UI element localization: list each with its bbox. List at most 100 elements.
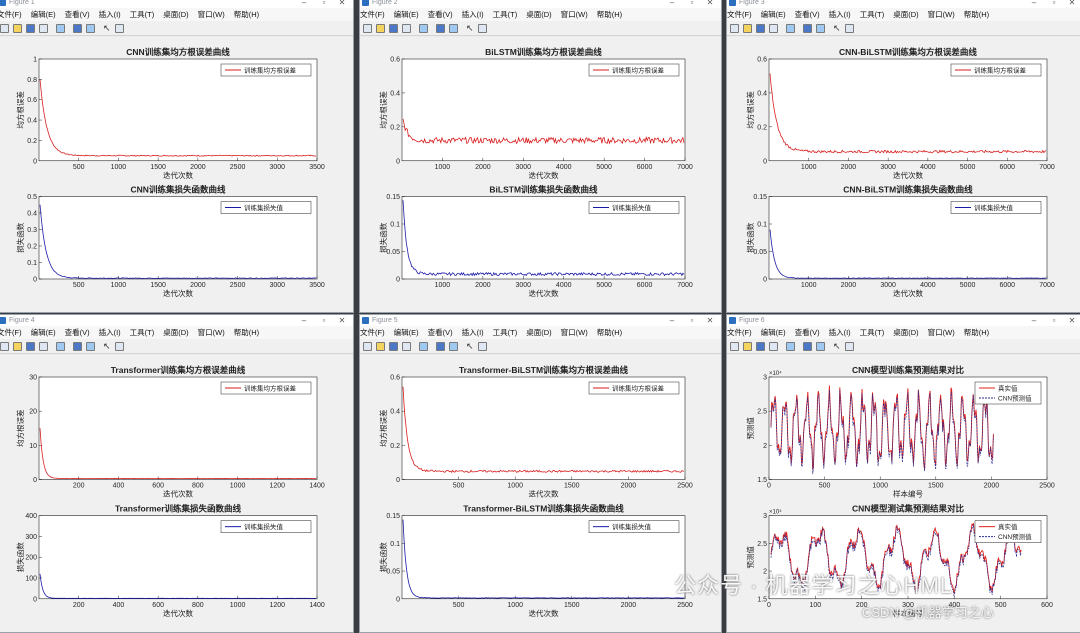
- menu-insert[interactable]: 插入(I): [462, 8, 484, 21]
- menu-view[interactable]: 查看(V): [795, 8, 820, 21]
- upper-axes[interactable]: BiLSTM训练集均方根误差曲线 0 0.2 0.4 0.6 1000 2000 3000 40…: [378, 47, 693, 180]
- property-editor-icon[interactable]: [115, 342, 124, 351]
- menu-file[interactable]: 文件(F): [0, 326, 22, 339]
- colorbar-icon[interactable]: [436, 342, 445, 351]
- menu-edit[interactable]: 编辑(E): [761, 326, 786, 339]
- window-titlebar[interactable]: Figure 2 – ▫ ✕: [360, 0, 721, 8]
- menu-window[interactable]: 窗口(W): [928, 326, 955, 339]
- open-file-icon[interactable]: [743, 342, 752, 351]
- link-plot-icon[interactable]: [56, 342, 65, 351]
- save-icon[interactable]: [756, 342, 765, 351]
- menu-edit[interactable]: 编辑(E): [761, 8, 786, 21]
- minimize-icon[interactable]: –: [295, 315, 313, 326]
- menu-file[interactable]: 文件(F): [360, 8, 385, 21]
- new-figure-icon[interactable]: [730, 342, 739, 351]
- pointer-icon[interactable]: ↖: [833, 24, 842, 33]
- maximize-icon[interactable]: ▫: [683, 0, 701, 8]
- menu-insert[interactable]: 插入(I): [99, 8, 121, 21]
- close-icon[interactable]: ✕: [1063, 0, 1080, 8]
- menu-view[interactable]: 查看(V): [795, 326, 820, 339]
- menu-edit[interactable]: 编辑(E): [394, 326, 419, 339]
- minimize-icon[interactable]: –: [1025, 315, 1043, 326]
- pointer-icon[interactable]: ↖: [103, 24, 112, 33]
- new-figure-icon[interactable]: [0, 342, 9, 351]
- menu-help[interactable]: 帮助(H): [964, 8, 989, 21]
- menu-desktop[interactable]: 桌面(D): [163, 326, 188, 339]
- legend-icon[interactable]: [816, 342, 825, 351]
- menu-edit[interactable]: 编辑(E): [31, 8, 56, 21]
- close-icon[interactable]: ✕: [1063, 315, 1080, 326]
- menu-file[interactable]: 文件(F): [0, 8, 22, 21]
- menu-insert[interactable]: 插入(I): [462, 326, 484, 339]
- close-icon[interactable]: ✕: [333, 0, 351, 8]
- legend-icon[interactable]: [86, 24, 95, 33]
- menu-edit[interactable]: 编辑(E): [31, 326, 56, 339]
- pointer-icon[interactable]: ↖: [833, 342, 842, 351]
- menu-tools[interactable]: 工具(T): [493, 326, 518, 339]
- colorbar-icon[interactable]: [803, 24, 812, 33]
- minimize-icon[interactable]: –: [663, 315, 681, 326]
- close-icon[interactable]: ✕: [701, 0, 719, 8]
- menu-desktop[interactable]: 桌面(D): [893, 326, 918, 339]
- figure-window-3[interactable]: Figure 3 – ▫ ✕ 文件(F) 编辑(E) 查看(V) 插入(I) 工具(T)…: [726, 0, 1080, 313]
- colorbar-icon[interactable]: [803, 342, 812, 351]
- minimize-icon[interactable]: –: [663, 0, 681, 8]
- menu-tools[interactable]: 工具(T): [130, 326, 155, 339]
- menu-desktop[interactable]: 桌面(D): [893, 8, 918, 21]
- minimize-icon[interactable]: –: [1025, 0, 1043, 8]
- menu-tools[interactable]: 工具(T): [493, 8, 518, 21]
- menu-help[interactable]: 帮助(H): [964, 326, 989, 339]
- save-icon[interactable]: [756, 24, 765, 33]
- menu-window[interactable]: 窗口(W): [561, 326, 588, 339]
- menu-insert[interactable]: 插入(I): [829, 326, 851, 339]
- new-figure-icon[interactable]: [363, 24, 372, 33]
- colorbar-icon[interactable]: [436, 24, 445, 33]
- lower-axes[interactable]: BiLSTM训练集损失函数曲线 0 0.05 0.1 0.15 1000 2000 3000 4…: [378, 185, 693, 299]
- open-file-icon[interactable]: [376, 342, 385, 351]
- colorbar-icon[interactable]: [73, 24, 82, 33]
- menu-view[interactable]: 查看(V): [65, 326, 90, 339]
- property-editor-icon[interactable]: [478, 342, 487, 351]
- open-file-icon[interactable]: [743, 24, 752, 33]
- menu-help[interactable]: 帮助(H): [597, 8, 622, 21]
- figure-canvas[interactable]: BiLSTM训练集均方根误差曲线 0 0.2 0.4 0.6 1000 2000 3000 40…: [360, 37, 721, 312]
- link-plot-icon[interactable]: [56, 24, 65, 33]
- menu-desktop[interactable]: 桌面(D): [163, 8, 188, 21]
- open-file-icon[interactable]: [376, 24, 385, 33]
- window-titlebar[interactable]: Figure 3 – ▫ ✕: [727, 0, 1080, 8]
- lower-axes[interactable]: CNN模型测试集预测结果对比1.522.530 100 200 300 400 500 60…: [745, 504, 1053, 618]
- lower-axes[interactable]: CNN训练集损失函数曲线 0 0.1 0.2 0.3 0.4 0.5 500 1000 1500 2…: [15, 185, 325, 299]
- link-plot-icon[interactable]: [786, 24, 795, 33]
- window-titlebar[interactable]: Figure 4 – ▫ ✕: [0, 315, 353, 326]
- legend-icon[interactable]: [86, 342, 95, 351]
- menu-insert[interactable]: 插入(I): [829, 8, 851, 21]
- menu-tools[interactable]: 工具(T): [860, 8, 885, 21]
- figure-canvas[interactable]: Transformer训练集均方根误差曲线 0 10 20 30 200 400 600 800…: [0, 355, 353, 632]
- print-icon[interactable]: [402, 342, 411, 351]
- menu-help[interactable]: 帮助(H): [234, 326, 259, 339]
- window-titlebar[interactable]: Figure 1 – ▫ ✕: [0, 0, 353, 8]
- figure-window-4[interactable]: Figure 4 – ▫ ✕ 文件(F) 编辑(E) 查看(V) 插入(I) 工具(T)…: [0, 314, 354, 633]
- menu-file[interactable]: 文件(F): [360, 326, 385, 339]
- property-editor-icon[interactable]: [478, 24, 487, 33]
- menu-view[interactable]: 查看(V): [65, 8, 90, 21]
- menu-tools[interactable]: 工具(T): [130, 8, 155, 21]
- close-icon[interactable]: ✕: [333, 315, 351, 326]
- maximize-icon[interactable]: ▫: [683, 315, 701, 326]
- legend-icon[interactable]: [449, 24, 458, 33]
- menu-file[interactable]: 文件(F): [727, 8, 752, 21]
- figure-canvas[interactable]: CNN-BiLSTM训练集均方根误差曲线 0 0.2 0.4 0.6 1000 2000 30…: [727, 37, 1080, 312]
- lower-axes[interactable]: Transformer-BiLSTM训练集损失函数曲线 0 0.05 0.1 0.15 5…: [378, 504, 693, 618]
- lower-axes[interactable]: Transformer训练集损失函数曲线 0 100 200 300 400 200 400 6…: [15, 504, 325, 618]
- upper-axes[interactable]: CNN训练集均方根误差曲线00.20.40.60.81500 1000 1500 20…: [15, 47, 325, 180]
- upper-axes[interactable]: CNN-BiLSTM训练集均方根误差曲线 0 0.2 0.4 0.6 1000 2000 30…: [745, 47, 1055, 180]
- menu-help[interactable]: 帮助(H): [597, 326, 622, 339]
- upper-axes[interactable]: CNN模型训练集预测结果对比 1.5 2 2.5 3 0 500 1000 1500 2000 25…: [745, 365, 1055, 498]
- print-icon[interactable]: [402, 24, 411, 33]
- menu-tools[interactable]: 工具(T): [860, 326, 885, 339]
- figure-canvas[interactable]: CNN训练集均方根误差曲线 0 0.2 0.4 0.6 0.8 1 500 1000 1500 20…: [0, 37, 353, 312]
- property-editor-icon[interactable]: [845, 24, 854, 33]
- menu-view[interactable]: 查看(V): [428, 8, 453, 21]
- property-editor-icon[interactable]: [115, 24, 124, 33]
- menu-desktop[interactable]: 桌面(D): [526, 8, 551, 21]
